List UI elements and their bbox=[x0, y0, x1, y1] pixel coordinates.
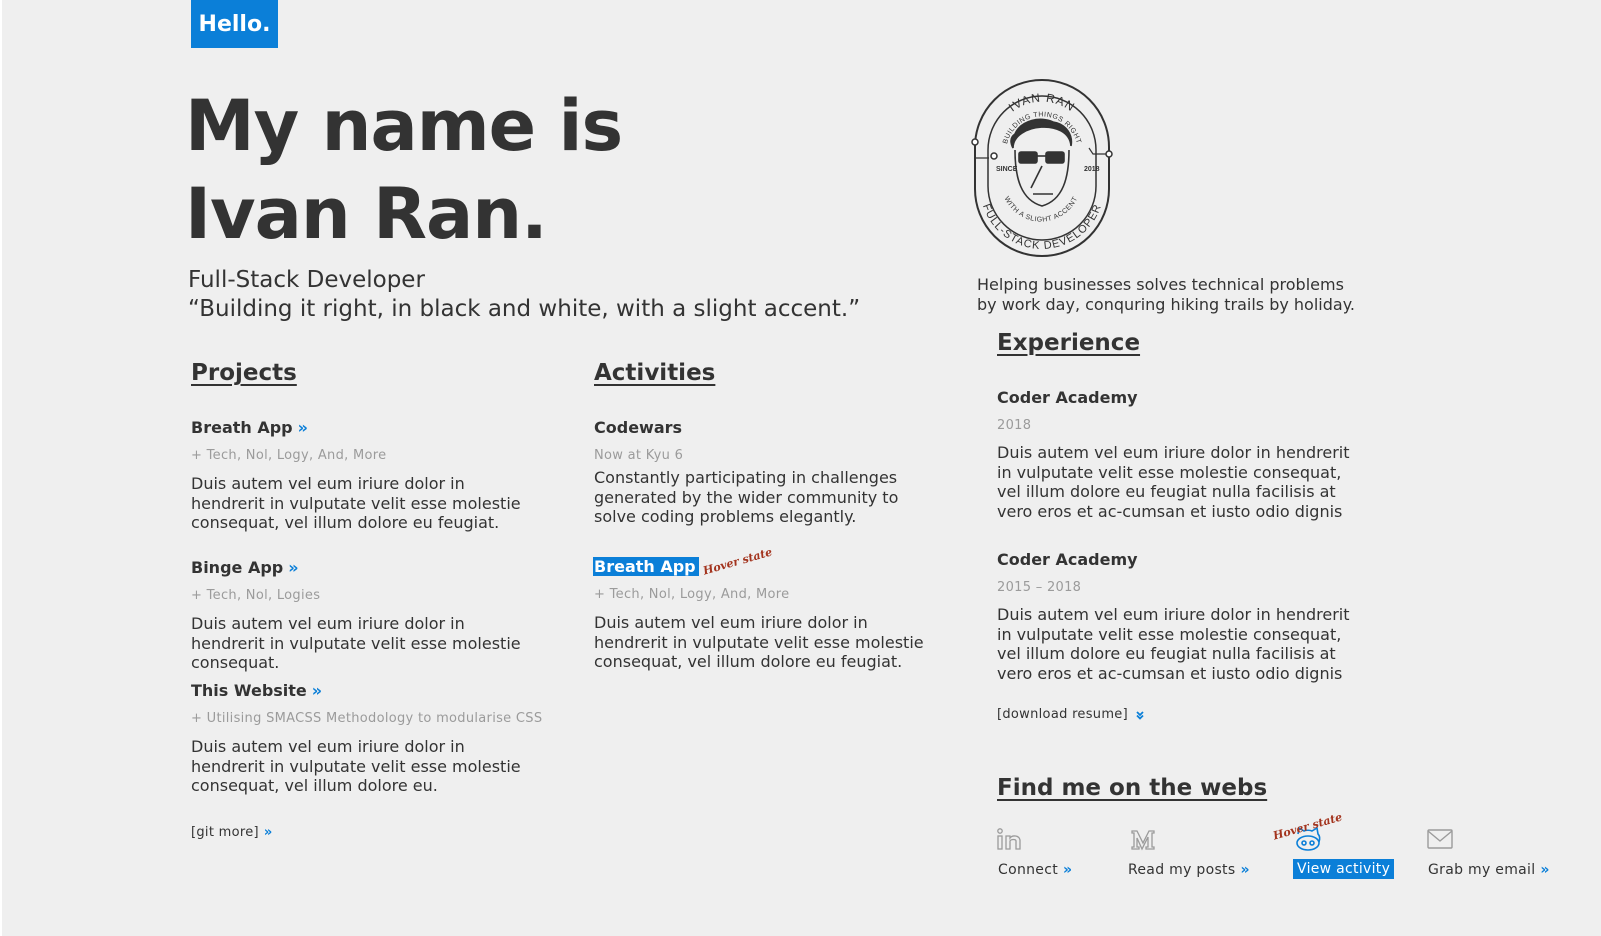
logo-year: 2018 bbox=[1084, 166, 1100, 173]
project-desc: Duis autem vel eum iriure dolor in hendr… bbox=[191, 737, 521, 795]
medium-icon[interactable] bbox=[1130, 829, 1156, 851]
social-label[interactable]: Read my posts bbox=[1128, 862, 1235, 878]
project-meta: + Tech, Nol, Logy, And, More bbox=[191, 448, 387, 463]
raquo-icon[interactable]: » bbox=[1063, 862, 1072, 878]
hero-name: My name is Ivan Ran. bbox=[185, 82, 623, 258]
social-link-read-posts[interactable]: Read my posts » bbox=[1128, 862, 1250, 878]
activity-desc: Constantly participating in challenges g… bbox=[594, 468, 899, 526]
logo-top-text: IVAN RAN bbox=[1006, 91, 1077, 115]
social-link-connect[interactable]: Connect » bbox=[998, 862, 1072, 878]
raquo-icon[interactable]: » bbox=[1540, 862, 1549, 878]
svg-text:IVAN RAN: IVAN RAN bbox=[1006, 91, 1078, 115]
project-meta: + Utilising SMACSS Methodology to modula… bbox=[191, 711, 543, 726]
chevron-double-down-icon[interactable] bbox=[1135, 710, 1145, 720]
logo-accent-text: WITH A SLIGHT ACCENT bbox=[1003, 195, 1079, 223]
project-desc: Duis autem vel eum iriure dolor in hendr… bbox=[191, 614, 521, 672]
activities-heading: Activities bbox=[594, 360, 716, 386]
activity-meta: Now at Kyu 6 bbox=[594, 448, 684, 463]
project-title-binge-app[interactable]: Binge App » bbox=[191, 558, 299, 577]
social-label[interactable]: Connect bbox=[998, 862, 1058, 878]
experience-desc: Duis autem vel eum iriure dolor in hendr… bbox=[997, 605, 1350, 683]
about-text: Helping businesses solves technical prob… bbox=[977, 275, 1355, 314]
hello-badge: Hello. bbox=[191, 0, 278, 48]
hover-state-note: Hover state bbox=[701, 545, 774, 578]
download-resume-link[interactable]: [download resume] bbox=[997, 707, 1145, 722]
hero-name-line1: My name is bbox=[185, 85, 623, 167]
project-meta: + Tech, Nol, Logies bbox=[191, 588, 321, 603]
git-more-label[interactable]: [git more] bbox=[191, 825, 259, 840]
logo-badge: IVAN RAN BUILDING THINGS RIGHT SINCE 201… bbox=[971, 79, 1113, 257]
social-link-email[interactable]: Grab my email » bbox=[1428, 862, 1550, 878]
project-title-label[interactable]: Binge App bbox=[191, 558, 283, 577]
raquo-icon[interactable]: » bbox=[1240, 862, 1249, 878]
raquo-icon[interactable]: » bbox=[312, 681, 322, 700]
linkedin-icon[interactable] bbox=[997, 827, 1023, 851]
activity-title-hover-label[interactable]: Breath App bbox=[593, 557, 699, 576]
page: Hello. My name is Ivan Ran. Full-Stack D… bbox=[2, 0, 1601, 936]
experience-date: 2015 – 2018 bbox=[997, 580, 1082, 595]
social-label[interactable]: Grab my email bbox=[1428, 862, 1535, 878]
developer-face-icon bbox=[1010, 118, 1073, 207]
social-link-view-activity[interactable]: View activity bbox=[1293, 859, 1395, 879]
experience-title: Coder Academy bbox=[997, 550, 1138, 569]
raquo-icon[interactable]: » bbox=[264, 825, 273, 840]
logo-bottom-text: FULL-STACK DEVELOPER bbox=[980, 202, 1103, 252]
activity-meta: + Tech, Nol, Logy, And, More bbox=[594, 587, 790, 602]
git-more-link[interactable]: [git more] » bbox=[191, 825, 273, 840]
experience-heading: Experience bbox=[997, 330, 1141, 356]
download-resume-label[interactable]: [download resume] bbox=[997, 707, 1128, 722]
social-label-hover[interactable]: View activity bbox=[1293, 859, 1395, 879]
experience-desc: Duis autem vel eum iriure dolor in hendr… bbox=[997, 443, 1350, 521]
webs-heading: Find me on the webs bbox=[997, 775, 1268, 801]
experience-date: 2018 bbox=[997, 418, 1032, 433]
activity-title-codewars[interactable]: Codewars bbox=[594, 418, 682, 437]
experience-title: Coder Academy bbox=[997, 388, 1138, 407]
projects-heading: Projects bbox=[191, 360, 297, 386]
hero-tagline: “Building it right, in black and white, … bbox=[188, 296, 861, 322]
project-title-label[interactable]: This Website bbox=[191, 681, 307, 700]
svg-text:FULL-STACK DEVELOPER: FULL-STACK DEVELOPER bbox=[980, 202, 1104, 252]
activity-title-breath-app[interactable]: Breath App bbox=[593, 557, 699, 576]
raquo-icon[interactable]: » bbox=[288, 558, 298, 577]
hero-name-line2: Ivan Ran. bbox=[185, 173, 548, 255]
project-title-breath-app[interactable]: Breath App » bbox=[191, 418, 308, 437]
project-title-this-website[interactable]: This Website » bbox=[191, 681, 322, 700]
email-icon[interactable] bbox=[1426, 828, 1454, 850]
hero-role: Full-Stack Developer bbox=[188, 267, 425, 293]
logo-since-label: SINCE bbox=[996, 166, 1018, 173]
activity-desc: Duis autem vel eum iriure dolor in hendr… bbox=[594, 613, 924, 671]
raquo-icon[interactable]: » bbox=[298, 418, 308, 437]
hero-role-block: Full-Stack Developer “Building it right,… bbox=[188, 266, 860, 324]
project-desc: Duis autem vel eum iriure dolor in hendr… bbox=[191, 474, 521, 532]
svg-text:WITH A SLIGHT ACCENT: WITH A SLIGHT ACCENT bbox=[1003, 195, 1080, 223]
project-title-label[interactable]: Breath App bbox=[191, 418, 293, 437]
